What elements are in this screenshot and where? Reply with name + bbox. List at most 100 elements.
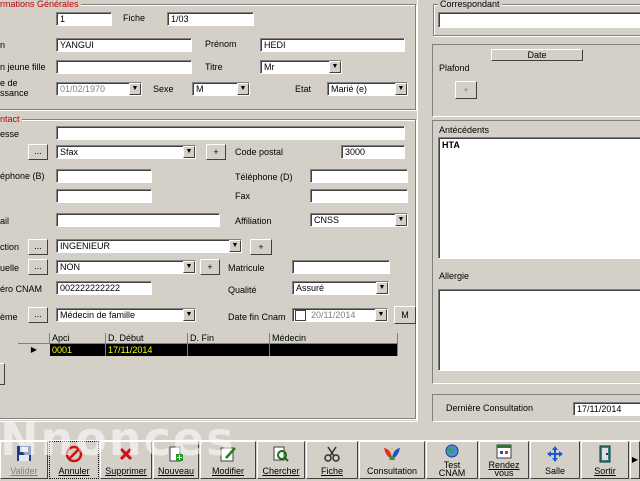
ville-add-button[interactable]: +: [206, 144, 226, 160]
grid-header-indicator: [18, 333, 50, 344]
cnam-field[interactable]: 002222222222: [56, 281, 152, 295]
grid-header-apci[interactable]: Apci: [50, 333, 106, 344]
grid-side-button[interactable]: [0, 363, 5, 385]
consultation-icon: [384, 447, 400, 460]
chercher-button[interactable]: Chercher: [257, 441, 305, 479]
left3-field[interactable]: [56, 189, 152, 203]
derniere-field[interactable]: 17/11/2014: [573, 402, 640, 416]
nouveau-button[interactable]: Nouveau: [153, 441, 199, 479]
fax-label: Fax: [235, 191, 251, 201]
grid-header-medecin[interactable]: Médecin: [270, 333, 398, 344]
tel-d-label: Téléphone (D): [235, 172, 293, 182]
chevron-down-icon[interactable]: ▼: [229, 240, 241, 252]
contact-title: ntact: [0, 114, 22, 124]
table-row-fin[interactable]: [188, 344, 270, 356]
chevron-down-icon[interactable]: ▼: [395, 83, 407, 95]
fonction-select[interactable]: INGENIEUR ▼: [56, 239, 242, 253]
prenom-field[interactable]: HEDI: [260, 38, 405, 52]
table-row-medecin[interactable]: [270, 344, 398, 356]
plafond-label: Plafond: [439, 63, 470, 73]
etat-label: Etat: [295, 84, 312, 94]
chevron-down-icon[interactable]: ▼: [183, 261, 195, 273]
titre-select[interactable]: Mr ▼: [260, 60, 342, 74]
tel-b-label: éphone (B): [0, 171, 45, 181]
fax-field[interactable]: [310, 189, 408, 203]
ville-value: Sfax: [60, 147, 79, 157]
modifier-button[interactable]: Modifier: [200, 441, 256, 479]
tel-b-field[interactable]: [56, 169, 152, 183]
antecedents-label: Antécédents: [439, 125, 490, 135]
test-cnam-button[interactable]: Test CNAM: [426, 441, 478, 479]
fonction-browse-button[interactable]: ...: [28, 239, 48, 255]
supprimer-button[interactable]: Supprimer: [100, 441, 152, 479]
chevron-down-icon[interactable]: ▼: [183, 146, 195, 158]
adresse-label: esse: [0, 129, 20, 139]
tel-d-field[interactable]: [310, 169, 408, 183]
code-postal-field[interactable]: 3000: [341, 145, 405, 159]
ville-browse-button[interactable]: ...: [28, 144, 48, 160]
mail-field[interactable]: [56, 213, 220, 227]
delete-icon: [119, 447, 133, 461]
grid-header-fin[interactable]: D. Fin: [188, 333, 270, 344]
systeme-select[interactable]: Médecin de famille ▼: [56, 308, 196, 322]
fiche-field[interactable]: 1/03: [167, 12, 254, 26]
date-fin-checkbox[interactable]: [295, 310, 306, 321]
fiche-button[interactable]: Fiche: [306, 441, 358, 479]
date-column-header[interactable]: Date: [491, 49, 583, 61]
chevron-down-icon[interactable]: ▼: [375, 309, 387, 321]
calendar-icon: [496, 444, 512, 459]
consultation-button[interactable]: Consultation: [359, 441, 425, 479]
patient-number-field[interactable]: 1: [56, 12, 112, 26]
annuler-button[interactable]: Annuler: [49, 441, 99, 479]
titre-label: Titre: [205, 62, 223, 72]
chevron-down-icon[interactable]: ▼: [237, 83, 249, 95]
grid-header-debut[interactable]: D. Début: [106, 333, 188, 344]
cancel-icon: [65, 445, 83, 463]
chevron-down-icon[interactable]: ▼: [395, 214, 407, 226]
chevron-down-icon[interactable]: ▼: [129, 83, 141, 95]
jeune-fille-field[interactable]: [56, 60, 192, 74]
mail-label: ail: [0, 216, 10, 226]
systeme-label: ème: [0, 312, 18, 322]
fonction-add-button[interactable]: +: [250, 239, 272, 255]
sortir-button[interactable]: Sortir: [581, 441, 629, 479]
exit-door-icon: [599, 445, 611, 463]
cnam-label: éro CNAM: [0, 284, 43, 294]
m-button[interactable]: M: [394, 306, 416, 324]
sexe-select[interactable]: M ▼: [192, 82, 250, 96]
qualite-select[interactable]: Assuré ▼: [292, 281, 389, 295]
correspondant-field[interactable]: [438, 12, 640, 28]
salle-button[interactable]: Salle: [530, 441, 580, 479]
toolbar-scroll-right[interactable]: ▶: [630, 441, 640, 479]
chevron-down-icon[interactable]: ▼: [329, 61, 341, 73]
chevron-down-icon[interactable]: ▼: [183, 309, 195, 321]
rendez-vous-button[interactable]: Rendez vous: [479, 441, 529, 479]
mutuelle-add-button[interactable]: +: [200, 259, 220, 275]
etat-select[interactable]: Marié (e) ▼: [327, 82, 408, 96]
matricule-field[interactable]: [292, 260, 390, 274]
antecedents-memo[interactable]: HTA: [438, 137, 640, 259]
naissance-date-picker[interactable]: 01/02/1970 ▼: [56, 82, 142, 96]
sexe-label: Sexe: [153, 84, 174, 94]
nom-field[interactable]: YANGUI: [56, 38, 192, 52]
apci-grid[interactable]: Apci D. Début D. Fin Médecin ▶ 0001 17/1…: [18, 333, 398, 358]
date-fin-picker[interactable]: 20/11/2014 ▼: [292, 308, 388, 322]
plafond-add-button[interactable]: +: [455, 81, 477, 99]
naissance-value: 01/02/1970: [60, 84, 106, 94]
globe-icon: [445, 444, 459, 458]
systeme-browse-button[interactable]: ...: [28, 307, 48, 323]
affiliation-select[interactable]: CNSS ▼: [310, 213, 408, 227]
valider-button[interactable]: Valider: [0, 441, 48, 479]
table-row-debut[interactable]: 17/11/2014: [106, 344, 188, 356]
date-fin-value: 20/11/2014: [311, 310, 356, 320]
chevron-down-icon[interactable]: ▼: [376, 282, 388, 294]
adresse-field[interactable]: [56, 126, 405, 140]
allergie-memo[interactable]: [438, 289, 640, 371]
table-row-apci[interactable]: 0001: [50, 344, 106, 356]
matricule-label: Matricule: [228, 263, 265, 273]
ville-select[interactable]: Sfax ▼: [56, 145, 196, 159]
mutuelle-browse-button[interactable]: ...: [28, 259, 48, 275]
mutuelle-select[interactable]: NON ▼: [56, 260, 196, 274]
affiliation-value: CNSS: [314, 215, 340, 225]
code-postal-label: Code postal: [235, 147, 284, 157]
